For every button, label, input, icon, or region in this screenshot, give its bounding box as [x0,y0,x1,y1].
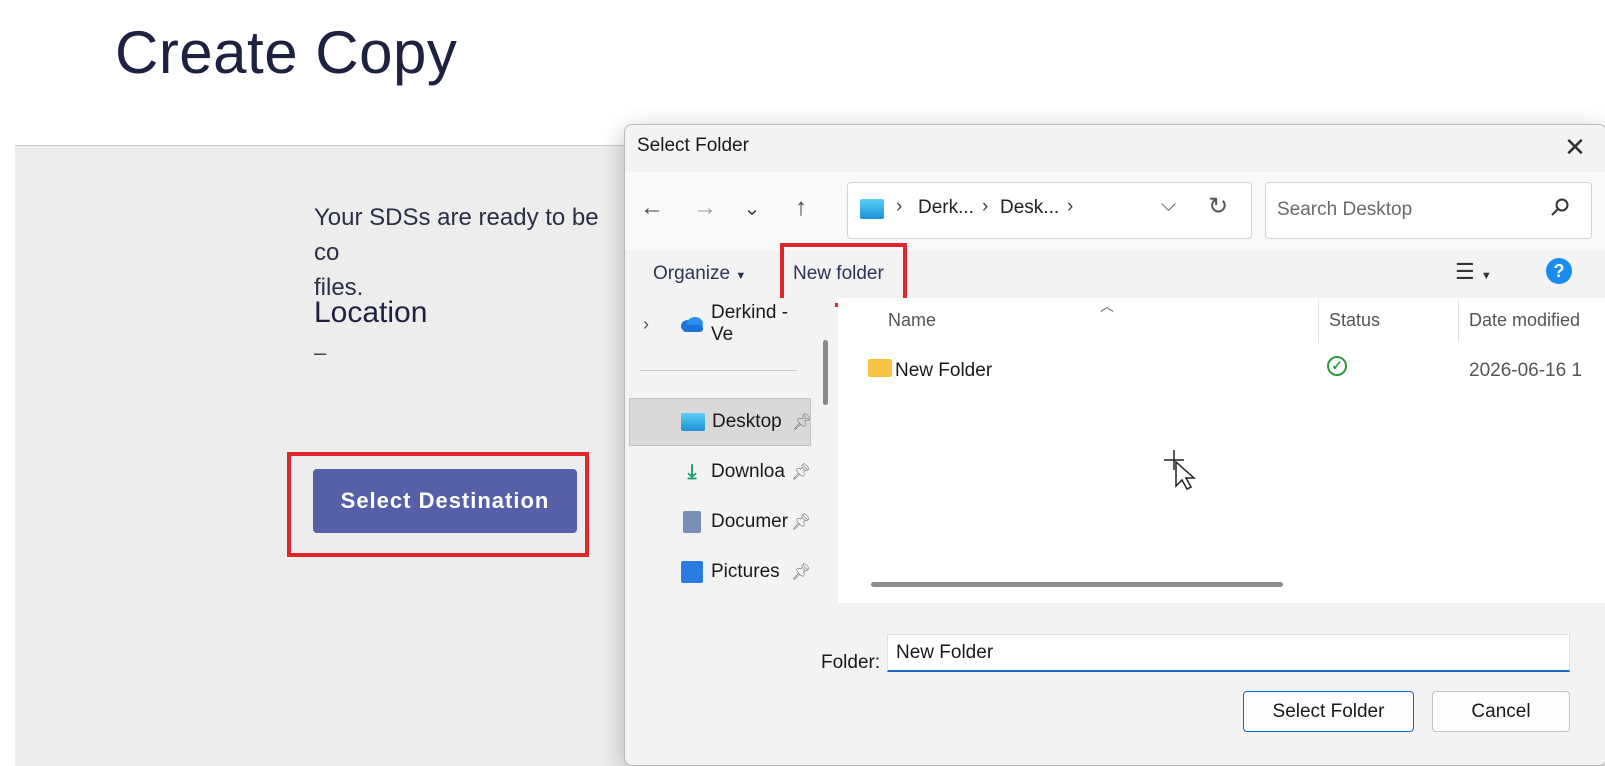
cloud-icon [679,311,705,337]
horizontal-scrollbar[interactable] [871,582,1283,587]
pin-icon: 📌︎ [791,564,812,581]
file-name: New Folder [895,360,993,381]
search-placeholder: Search Desktop [1277,199,1413,220]
document-icon [679,509,705,535]
desktop-icon [860,199,884,219]
refresh-icon[interactable]: ↻ [1208,192,1228,221]
pin-icon: 📌︎ [791,514,812,531]
nav-item-label: Desktop [712,411,782,432]
navigation-pane: › Derkind - Ve Desktop 📌︎ ⤓ Downloa 📌︎ D… [625,298,835,603]
nav-divider [640,370,797,371]
nav-item-label: Derkind - Ve [711,302,789,345]
view-options-icon[interactable]: ☰ ▼ [1455,259,1492,285]
desktop-icon [680,409,706,435]
location-value: – [314,340,327,365]
nav-item-downloads[interactable]: ⤓ Downloa 📌︎ [629,448,812,496]
select-folder-dialog: Select Folder ✕ ← → ⌄ ↑ › Derk... › Desk… [624,124,1605,766]
nav-item-label: Documer [711,511,789,532]
up-arrow-icon[interactable]: ↑ [784,191,818,225]
cancel-button[interactable]: Cancel [1432,691,1570,732]
chevron-right-icon: › [896,196,903,217]
nav-item-onedrive[interactable]: Derkind - Ve [629,300,811,348]
pin-icon: 📌︎ [792,414,813,431]
folder-icon [868,359,892,377]
search-input[interactable]: Search Desktop [1265,182,1592,239]
pin-icon: 📌︎ [791,464,812,481]
sort-up-icon: ︿ [1100,298,1114,314]
file-list: ︿ Name Status Date modified New Folder ✓… [838,298,1605,603]
download-icon: ⤓ [687,460,697,483]
file-date: 2026-06-16 1 [1469,360,1583,381]
caret-down-icon: ▼ [735,270,747,282]
help-icon[interactable]: ? [1546,258,1572,284]
column-header-status[interactable]: Status [1329,310,1380,331]
address-bar[interactable]: › Derk... › Desk... › ⌵ ↻ [847,182,1252,239]
select-destination-button[interactable]: Select Destination [313,469,577,533]
back-arrow-icon[interactable]: ← [635,191,669,225]
organize-menu[interactable]: Organize ▼ [653,263,746,285]
search-icon[interactable] [1549,196,1571,224]
folder-label: Folder: [821,652,881,673]
pictures-icon [679,559,705,585]
new-folder-button[interactable]: New folder [793,263,884,285]
dialog-title: Select Folder [637,135,749,156]
page-title: Create Copy [115,19,458,86]
table-row[interactable]: New Folder ✓ 2026-06-16 1 [838,344,1605,388]
forward-arrow-icon[interactable]: → [688,191,722,225]
select-folder-button[interactable]: Select Folder [1243,691,1414,732]
intro-text: Your SDSs are ready to be co files. [314,200,614,305]
location-heading: Location [314,296,428,329]
column-header-name[interactable]: Name [888,310,936,331]
folder-name-input[interactable] [887,634,1570,672]
chevron-right-icon[interactable]: › [1067,196,1073,218]
column-header-date[interactable]: Date modified [1469,310,1580,331]
organize-label: Organize [653,263,731,284]
recent-locations-icon[interactable]: ⌄ [735,191,769,225]
mouse-cursor-icon [1162,448,1196,495]
nav-scrollbar[interactable] [823,340,828,405]
breadcrumb-derkind[interactable]: Derk... [918,197,974,219]
column-divider[interactable] [1458,300,1459,342]
breadcrumb-desktop[interactable]: Desk... [1000,197,1059,219]
chevron-right-icon: › [982,196,989,217]
nav-item-desktop[interactable]: Desktop 📌︎ [629,398,813,446]
nav-item-pictures[interactable]: Pictures 📌︎ [629,548,811,596]
nav-item-documents[interactable]: Documer 📌︎ [629,498,811,546]
nav-item-label: Pictures [711,561,780,582]
close-icon[interactable]: ✕ [1555,130,1595,164]
column-divider[interactable] [1318,300,1319,342]
nav-item-label: Downloa [711,461,785,482]
chevron-down-icon[interactable]: ⌵ [1161,194,1176,217]
intro-line-1: Your SDSs are ready to be co [314,204,599,266]
sync-status-icon: ✓ [1327,356,1347,376]
